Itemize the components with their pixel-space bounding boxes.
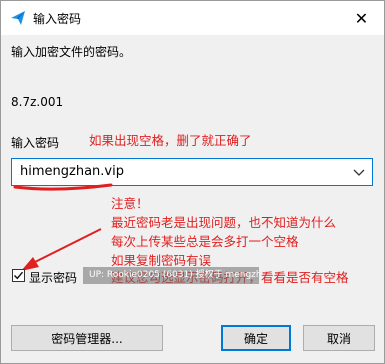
annotation-line-3: 每次上传某些总是会多打一个空格: [111, 234, 299, 249]
show-password-checkbox[interactable]: [12, 269, 25, 282]
ok-button[interactable]: 确定: [221, 325, 291, 351]
annotation-line-2: 最近密码老是出现问题，也不知道为什么: [111, 215, 337, 230]
arrow-line: [32, 228, 102, 264]
checkmark-icon: [14, 271, 24, 280]
show-password-label[interactable]: 显示密码: [29, 269, 77, 286]
button-bar: 密码管理器... 确定 取消: [1, 311, 384, 363]
watermark-overlay: UP: Rookie0205 (6031) 授权于 mengzhan.net: [83, 267, 259, 284]
password-manager-button[interactable]: 密码管理器...: [11, 325, 163, 351]
cancel-button[interactable]: 取消: [303, 325, 375, 351]
underline-mark: [13, 183, 113, 191]
password-dialog: 输入密码 ✕ 输入加密文件的密码。 8.7z.001 输入密码 如果出现空格，删…: [0, 0, 385, 364]
annotation-line-1: 注意！: [111, 196, 149, 211]
